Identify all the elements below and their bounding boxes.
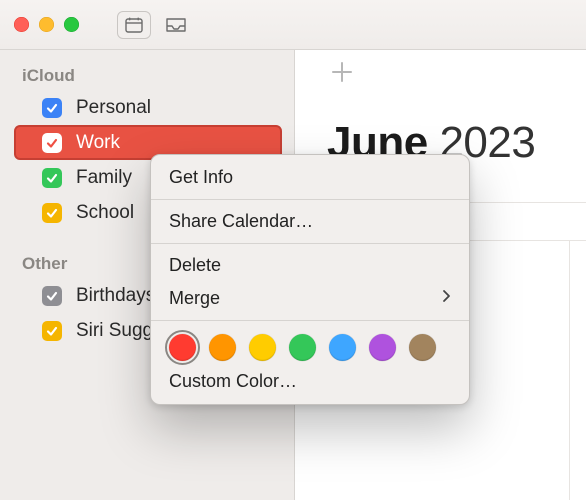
menu-get-info[interactable]: Get Info	[151, 161, 469, 194]
divider	[569, 240, 570, 500]
color-swatch[interactable]	[369, 334, 396, 361]
calendar-checkbox[interactable]	[42, 203, 62, 223]
chevron-right-icon	[442, 289, 451, 308]
menu-custom-color[interactable]: Custom Color…	[151, 365, 469, 398]
menu-merge[interactable]: Merge	[151, 282, 469, 315]
add-event-button[interactable]	[320, 50, 364, 94]
calendar-checkbox[interactable]	[42, 286, 62, 306]
calendar-label: Birthdays	[76, 285, 155, 307]
calendar-label: Personal	[76, 97, 151, 119]
menu-label: Share Calendar…	[169, 211, 313, 232]
calendar-item[interactable]: Personal	[0, 90, 294, 125]
color-swatch[interactable]	[169, 334, 196, 361]
menu-separator	[151, 243, 469, 244]
color-swatch[interactable]	[329, 334, 356, 361]
window-controls	[14, 17, 79, 32]
calendar-checkbox[interactable]	[42, 133, 62, 153]
color-swatch[interactable]	[289, 334, 316, 361]
calendar-view-button[interactable]	[117, 11, 151, 39]
color-swatch[interactable]	[409, 334, 436, 361]
color-swatches	[151, 326, 469, 365]
titlebar	[0, 0, 586, 50]
minimize-window[interactable]	[39, 17, 54, 32]
zoom-window[interactable]	[64, 17, 79, 32]
plus-icon	[330, 60, 354, 84]
calendar-checkbox[interactable]	[42, 168, 62, 188]
close-window[interactable]	[14, 17, 29, 32]
calendar-checkbox[interactable]	[42, 321, 62, 341]
calendar-checkbox[interactable]	[42, 98, 62, 118]
menu-label: Merge	[169, 288, 220, 309]
calendar-label: Work	[76, 132, 120, 154]
sidebar-section-header[interactable]: iCloud	[0, 60, 294, 90]
menu-delete[interactable]: Delete	[151, 249, 469, 282]
menu-share-calendar[interactable]: Share Calendar…	[151, 205, 469, 238]
calendar-label: Family	[76, 167, 132, 189]
menu-label: Custom Color…	[169, 371, 297, 392]
color-swatch[interactable]	[209, 334, 236, 361]
menu-label: Get Info	[169, 167, 233, 188]
menu-label: Delete	[169, 255, 221, 276]
calendar-label: School	[76, 202, 134, 224]
color-swatch[interactable]	[249, 334, 276, 361]
menu-separator	[151, 320, 469, 321]
context-menu: Get Info Share Calendar… Delete Merge Cu…	[150, 154, 470, 405]
menu-separator	[151, 199, 469, 200]
inbox-button[interactable]	[161, 12, 191, 38]
